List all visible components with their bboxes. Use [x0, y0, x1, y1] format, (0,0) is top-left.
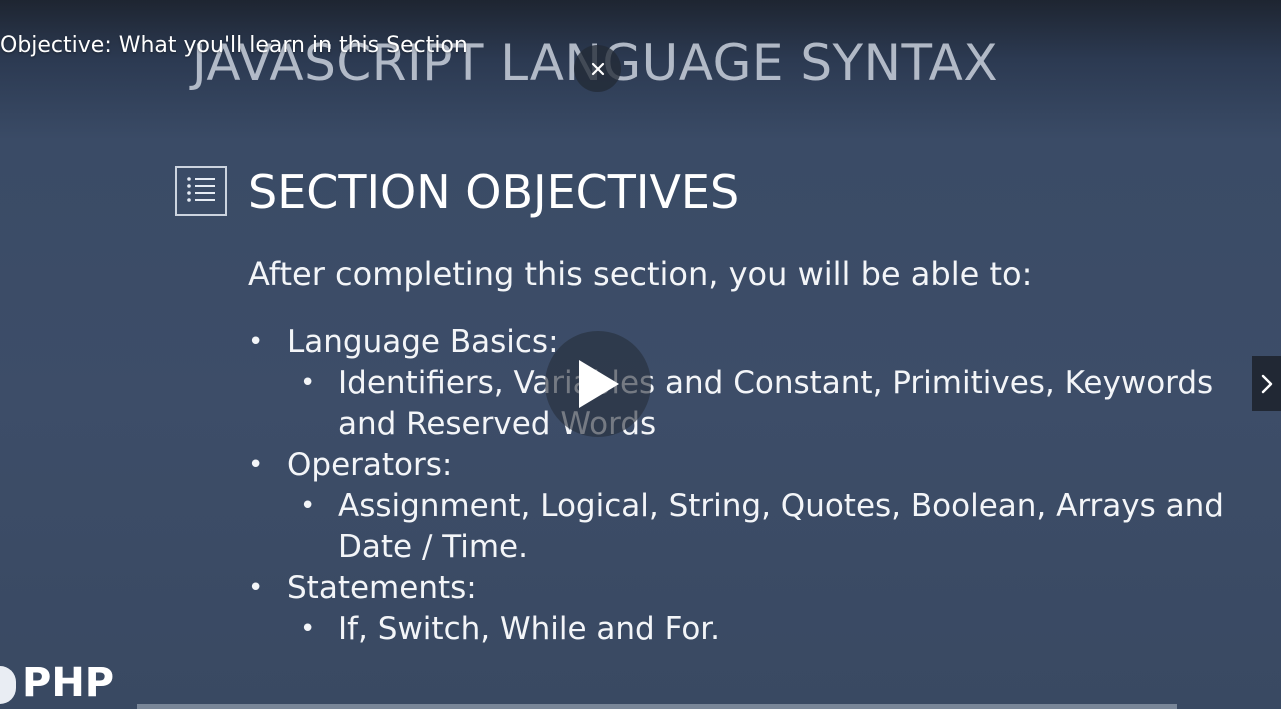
- logo-text: PHP: [22, 660, 115, 706]
- close-icon: [591, 62, 604, 75]
- objective-subitem: Identifiers, Variables and Constant, Pri…: [248, 363, 1248, 445]
- objective-item: Statements:: [248, 568, 1248, 609]
- next-button[interactable]: [1252, 356, 1281, 411]
- objectives-list: Language Basics: Identifiers, Variables …: [248, 322, 1248, 650]
- chevron-right-icon: [1261, 374, 1272, 393]
- objective-subitem: If, Switch, While and For.: [248, 609, 1248, 650]
- channel-logo: PHP: [0, 660, 114, 709]
- logo-mark-icon: [0, 666, 16, 704]
- objective-subitem: Assignment, Logical, String, Quotes, Boo…: [248, 486, 1248, 568]
- play-icon: [579, 360, 619, 408]
- video-player[interactable]: JAVASCRIPT LANGUAGE SYNTAX Objective: Wh…: [0, 0, 1281, 709]
- objective-item: Language Basics:: [248, 322, 1248, 363]
- close-button[interactable]: [574, 45, 621, 92]
- section-title: SECTION OBJECTIVES: [248, 165, 740, 219]
- play-button[interactable]: [545, 331, 651, 437]
- list-icon: [175, 166, 227, 216]
- video-title: Objective: What you'll learn in this Sec…: [0, 33, 468, 58]
- objectives-intro: After completing this section, you will …: [248, 255, 1033, 293]
- objective-item: Operators:: [248, 445, 1248, 486]
- video-progress-bar[interactable]: [137, 704, 1177, 709]
